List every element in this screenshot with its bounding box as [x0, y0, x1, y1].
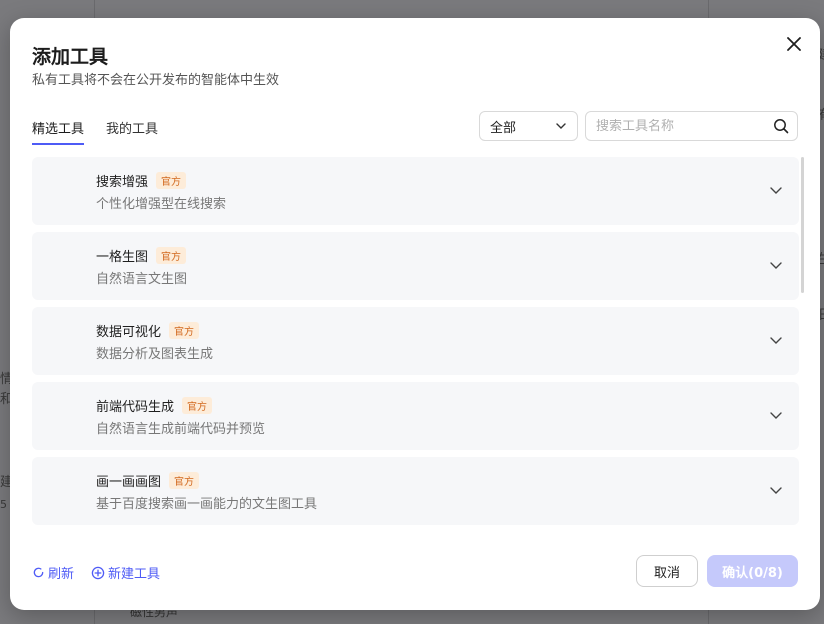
official-badge: 官方 — [182, 397, 213, 414]
tool-name: 画一画画图 — [96, 475, 162, 490]
refresh-button[interactable]: 刷新 — [32, 563, 74, 582]
tool-description: 数据分析及图表生成 — [96, 347, 214, 362]
dialog-title: 添加工具 — [32, 46, 109, 68]
new-tool-button[interactable]: 新建工具 — [91, 563, 160, 582]
tab-my-tools[interactable]: 我的工具 — [106, 118, 158, 145]
tool-card-frontend-code[interactable]: 前端代码生成 官方 自然语言生成前端代码并预览 — [32, 382, 799, 450]
tool-name: 数据可视化 — [96, 325, 162, 340]
close-button[interactable] — [784, 34, 804, 54]
tool-name: 一格生图 — [96, 250, 149, 265]
tool-card-data-visualization[interactable]: 数据可视化 官方 数据分析及图表生成 — [32, 307, 799, 375]
filter-selected-value: 全部 — [490, 120, 517, 136]
official-badge: 官方 — [156, 172, 187, 189]
plus-circle-icon — [91, 566, 105, 579]
chevron-down-icon — [556, 123, 566, 129]
refresh-label: 刷新 — [48, 567, 75, 582]
tool-search-box[interactable] — [585, 111, 798, 141]
tool-list: 搜索增强 官方 个性化增强型在线搜索 一格生图 官方 自然语言文生图 数据可视化… — [32, 157, 799, 532]
category-filter-select[interactable]: 全部 — [479, 111, 578, 141]
chevron-down-icon[interactable] — [769, 183, 783, 197]
tool-card-huayihua-drawing[interactable]: 画一画画图 官方 基于百度搜索画一画能力的文生图工具 — [32, 457, 799, 525]
confirm-button[interactable]: 确认(0/8) — [707, 555, 798, 587]
dialog-subtitle: 私有工具将不会在公开发布的智能体中生效 — [32, 73, 280, 88]
background-text: 5 — [0, 498, 7, 511]
tool-name: 前端代码生成 — [96, 400, 175, 415]
search-icon[interactable] — [773, 118, 789, 134]
official-badge: 官方 — [169, 472, 200, 489]
tool-description: 自然语言生成前端代码并预览 — [96, 422, 266, 437]
tool-card-search-enhance[interactable]: 搜索增强 官方 个性化增强型在线搜索 — [32, 157, 799, 225]
tool-name: 搜索增强 — [96, 175, 149, 190]
tool-card-yige-image[interactable]: 一格生图 官方 自然语言文生图 — [32, 232, 799, 300]
official-badge: 官方 — [156, 247, 187, 264]
tool-description: 基于百度搜索画一画能力的文生图工具 — [96, 497, 318, 512]
close-icon[interactable] — [787, 37, 801, 51]
add-tool-dialog: 添加工具 私有工具将不会在公开发布的智能体中生效 精选工具 我的工具 全部 搜索… — [10, 18, 820, 610]
new-tool-label: 新建工具 — [108, 567, 161, 582]
tab-featured-tools[interactable]: 精选工具 — [32, 118, 85, 145]
tool-list-scrollbar[interactable] — [801, 157, 804, 293]
tool-tabs: 精选工具 我的工具 — [32, 118, 158, 145]
search-input[interactable] — [596, 118, 773, 134]
chevron-down-icon[interactable] — [769, 258, 783, 272]
tool-description: 个性化增强型在线搜索 — [96, 197, 227, 212]
official-badge: 官方 — [169, 322, 200, 339]
cancel-button[interactable]: 取消 — [636, 555, 698, 587]
chevron-down-icon[interactable] — [769, 333, 783, 347]
chevron-down-icon[interactable] — [769, 408, 783, 422]
chevron-down-icon[interactable] — [769, 483, 783, 497]
refresh-icon — [33, 567, 44, 578]
tool-description: 自然语言文生图 — [96, 272, 188, 287]
